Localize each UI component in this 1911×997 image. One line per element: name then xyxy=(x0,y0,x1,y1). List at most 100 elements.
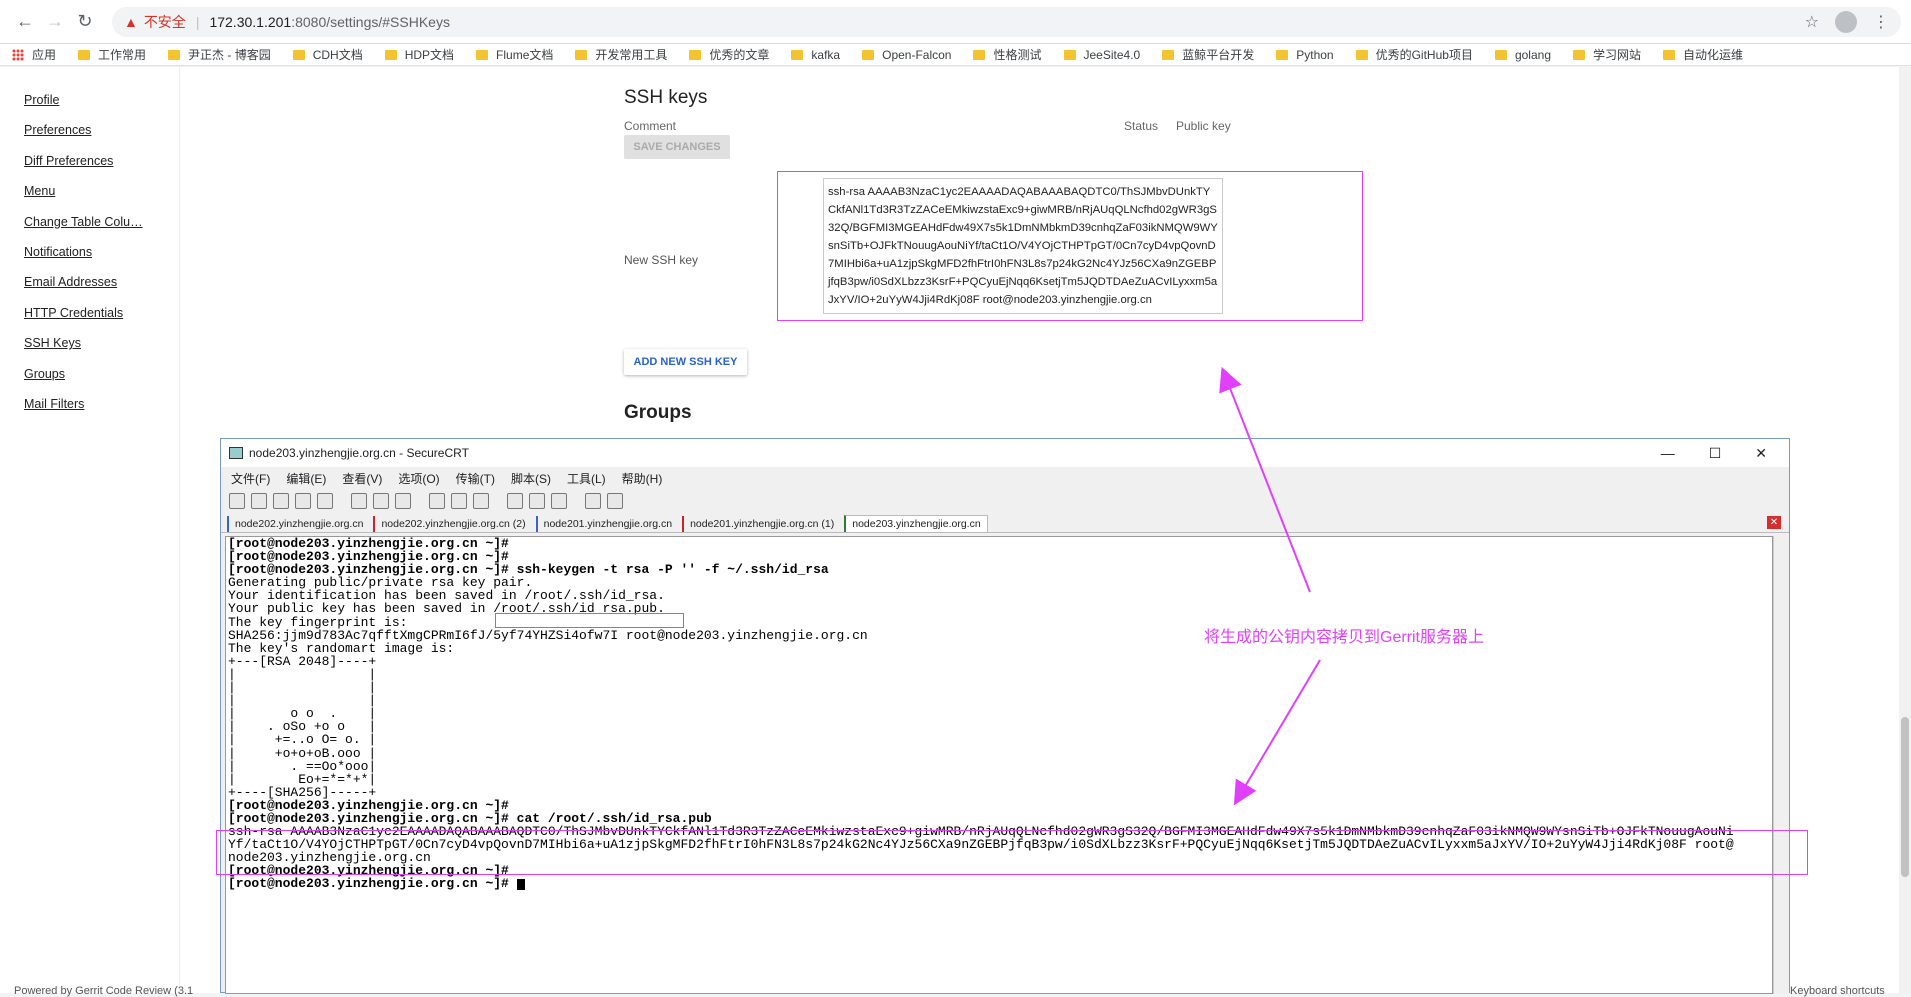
crt-menu-item[interactable]: 传输(T) xyxy=(456,470,495,487)
bookmark-item[interactable]: HDP文档 xyxy=(384,46,454,63)
crt-session-tab[interactable]: node201.yinzhengjie.org.cn (1) xyxy=(682,516,840,532)
back-icon[interactable]: ← xyxy=(10,7,40,37)
toolbar-dropdown-icon[interactable] xyxy=(607,493,623,509)
print-icon[interactable] xyxy=(429,493,445,509)
nav-link-groups[interactable]: Groups xyxy=(24,367,179,397)
bookmark-item[interactable]: 优秀的文章 xyxy=(689,46,769,63)
reload-icon[interactable]: ↻ xyxy=(70,7,100,37)
bookmark-item[interactable]: 性格测试 xyxy=(973,46,1042,63)
crt-menu-item[interactable]: 工具(L) xyxy=(567,470,606,487)
nav-link-diff-preferences[interactable]: Diff Preferences xyxy=(24,154,179,184)
bookmark-label: Flume文档 xyxy=(496,48,554,62)
insecure-label: 不安全 xyxy=(143,13,186,30)
address-bar[interactable]: ▲ 不安全 | 172.30.1.201:8080/settings/#SSHK… xyxy=(111,6,1901,37)
profile-avatar-icon[interactable] xyxy=(1835,10,1857,33)
print-setup-icon[interactable] xyxy=(451,493,467,509)
nav-link-notifications[interactable]: Notifications xyxy=(24,245,179,275)
bookmark-label: 优秀的文章 xyxy=(709,48,770,62)
bookmark-label: 优秀的GitHub项目 xyxy=(1375,48,1473,62)
bookmark-item[interactable]: 尹正杰 - 博客园 xyxy=(168,46,271,63)
minimize-icon[interactable]: — xyxy=(1661,445,1675,462)
nav-link-profile[interactable]: Profile xyxy=(24,93,179,123)
nav-link-menu[interactable]: Menu xyxy=(24,184,179,214)
bookmark-item[interactable]: Python xyxy=(1276,48,1334,62)
bookmark-item[interactable]: kafka xyxy=(791,48,840,62)
printer-icon[interactable] xyxy=(473,493,489,509)
nav-link-ssh-keys[interactable]: SSH Keys xyxy=(24,336,179,366)
groups-title: Groups xyxy=(624,402,692,423)
bookmark-item[interactable]: Open-Falcon xyxy=(862,48,951,62)
bookmark-item[interactable]: 优秀的GitHub项目 xyxy=(1355,46,1473,63)
bookmark-item[interactable]: 自动化运维 xyxy=(1663,46,1743,63)
global-options-icon[interactable] xyxy=(529,493,545,509)
bookmark-item[interactable]: JeeSite4.0 xyxy=(1063,48,1140,62)
keyboard-shortcuts-link[interactable]: Keyboard shortcuts xyxy=(1790,985,1885,997)
crt-menu-item[interactable]: 查看(V) xyxy=(342,470,382,487)
bookmark-item[interactable]: 蓝鲸平台开发 xyxy=(1162,46,1254,63)
bookmark-item[interactable]: 学习网站 xyxy=(1573,46,1641,63)
more-menu-icon[interactable]: ⋮ xyxy=(1873,12,1889,32)
bookmark-item[interactable]: 工作常用 xyxy=(78,46,146,63)
nav-link-email-addresses[interactable]: Email Addresses xyxy=(24,275,179,305)
crt-session-tab[interactable]: node201.yinzhengjie.org.cn xyxy=(535,516,678,532)
folder-icon xyxy=(1663,49,1676,60)
connect-icon[interactable] xyxy=(229,493,245,509)
forward-icon[interactable]: → xyxy=(40,7,70,37)
crt-session-tab[interactable]: node203.yinzhengjie.org.cn xyxy=(844,515,988,532)
page-scrollbar[interactable] xyxy=(1899,67,1911,993)
copy-icon[interactable] xyxy=(351,493,367,509)
crt-session-tab[interactable]: node202.yinzhengjie.org.cn (2) xyxy=(373,516,531,532)
bookmark-item[interactable]: golang xyxy=(1494,48,1551,62)
terminal-cursor xyxy=(516,878,525,890)
crt-session-tab[interactable]: node202.yinzhengjie.org.cn xyxy=(227,516,369,532)
folder-icon xyxy=(1355,49,1368,60)
securecrt-window: node203.yinzhengjie.org.cn - SecureCRT —… xyxy=(220,438,1790,994)
maximize-icon[interactable]: ☐ xyxy=(1709,445,1722,462)
highlight-box-pubkey-path xyxy=(495,613,684,628)
nav-link-preferences[interactable]: Preferences xyxy=(24,123,179,153)
settings-nav: Profile Preferences Diff Preferences Menu Ch… xyxy=(0,67,180,993)
bookmark-item[interactable]: CDH文档 xyxy=(292,46,363,63)
bookmark-item[interactable]: 开发常用工具 xyxy=(575,46,667,63)
session-options-icon[interactable] xyxy=(507,493,523,509)
crt-titlebar: node203.yinzhengjie.org.cn - SecureCRT —… xyxy=(221,439,1789,467)
new-ssh-key-textarea[interactable]: ssh-rsa AAAAB3NzaC1yc2EAAAADAQABAAABAQDT… xyxy=(823,178,1223,314)
paste-icon[interactable] xyxy=(373,493,389,509)
status-column-header: Status xyxy=(1124,119,1159,133)
find-icon[interactable] xyxy=(395,493,411,509)
help-icon[interactable] xyxy=(585,493,601,509)
terminal-line: | . oSo +o o | xyxy=(228,719,377,735)
quick-connect-icon[interactable] xyxy=(251,493,267,509)
add-new-ssh-key-button[interactable]: ADD NEW SSH KEY xyxy=(624,349,747,375)
nav-link-http-credentials[interactable]: HTTP Credentials xyxy=(24,306,179,336)
folder-icon xyxy=(689,49,702,60)
crt-menu-item[interactable]: 帮助(H) xyxy=(622,470,663,487)
folder-icon xyxy=(1573,49,1585,60)
crt-menu-item[interactable]: 编辑(E) xyxy=(286,470,326,487)
close-icon[interactable]: ✕ xyxy=(1755,445,1767,462)
crt-menu-item[interactable]: 文件(F) xyxy=(231,470,270,487)
nav-link-change-table-colu[interactable]: Change Table Colu… xyxy=(24,215,179,245)
crt-menu-item[interactable]: 脚本(S) xyxy=(511,470,551,487)
crt-menu-item[interactable]: 选项(O) xyxy=(398,470,439,487)
terminal-scrollbar[interactable] xyxy=(1773,536,1789,994)
save-changes-button[interactable]: SAVE CHANGES xyxy=(624,135,730,159)
reconnect-icon[interactable] xyxy=(295,493,311,509)
terminal-line: | Eo+=*=*+*| xyxy=(228,771,377,787)
terminal-output[interactable]: [root@node203.yinzhengjie.org.cn ~]# [roo… xyxy=(225,536,1773,994)
url-host: 172.30.1.201 xyxy=(209,13,292,30)
crt-menubar: 文件(F) 编辑(E) 查看(V) 选项(O) 传输(T) 脚本(S) 工具(L) 帮助(H) xyxy=(221,467,1789,489)
star-icon[interactable]: ☆ xyxy=(1805,12,1819,32)
terminal-line: Your public key has been saved in /root/… xyxy=(228,601,665,617)
bookmark-apps[interactable]: 应用 xyxy=(12,46,56,63)
bookmark-item[interactable]: Flume文档 xyxy=(476,46,553,63)
page-scroll-thumb[interactable] xyxy=(1901,717,1909,877)
securecrt-app-icon xyxy=(229,447,243,459)
connect-tab-icon[interactable] xyxy=(273,493,289,509)
nav-link-mail-filters[interactable]: Mail Filters xyxy=(24,397,179,427)
crt-tabs: node202.yinzhengjie.org.cn node202.yinzhe… xyxy=(221,513,1789,533)
close-tab-icon[interactable]: ✕ xyxy=(1767,516,1781,529)
disconnect-icon[interactable] xyxy=(317,493,333,509)
key-icon[interactable] xyxy=(551,493,567,509)
terminal-line: The key's randomart image is: xyxy=(228,640,455,656)
